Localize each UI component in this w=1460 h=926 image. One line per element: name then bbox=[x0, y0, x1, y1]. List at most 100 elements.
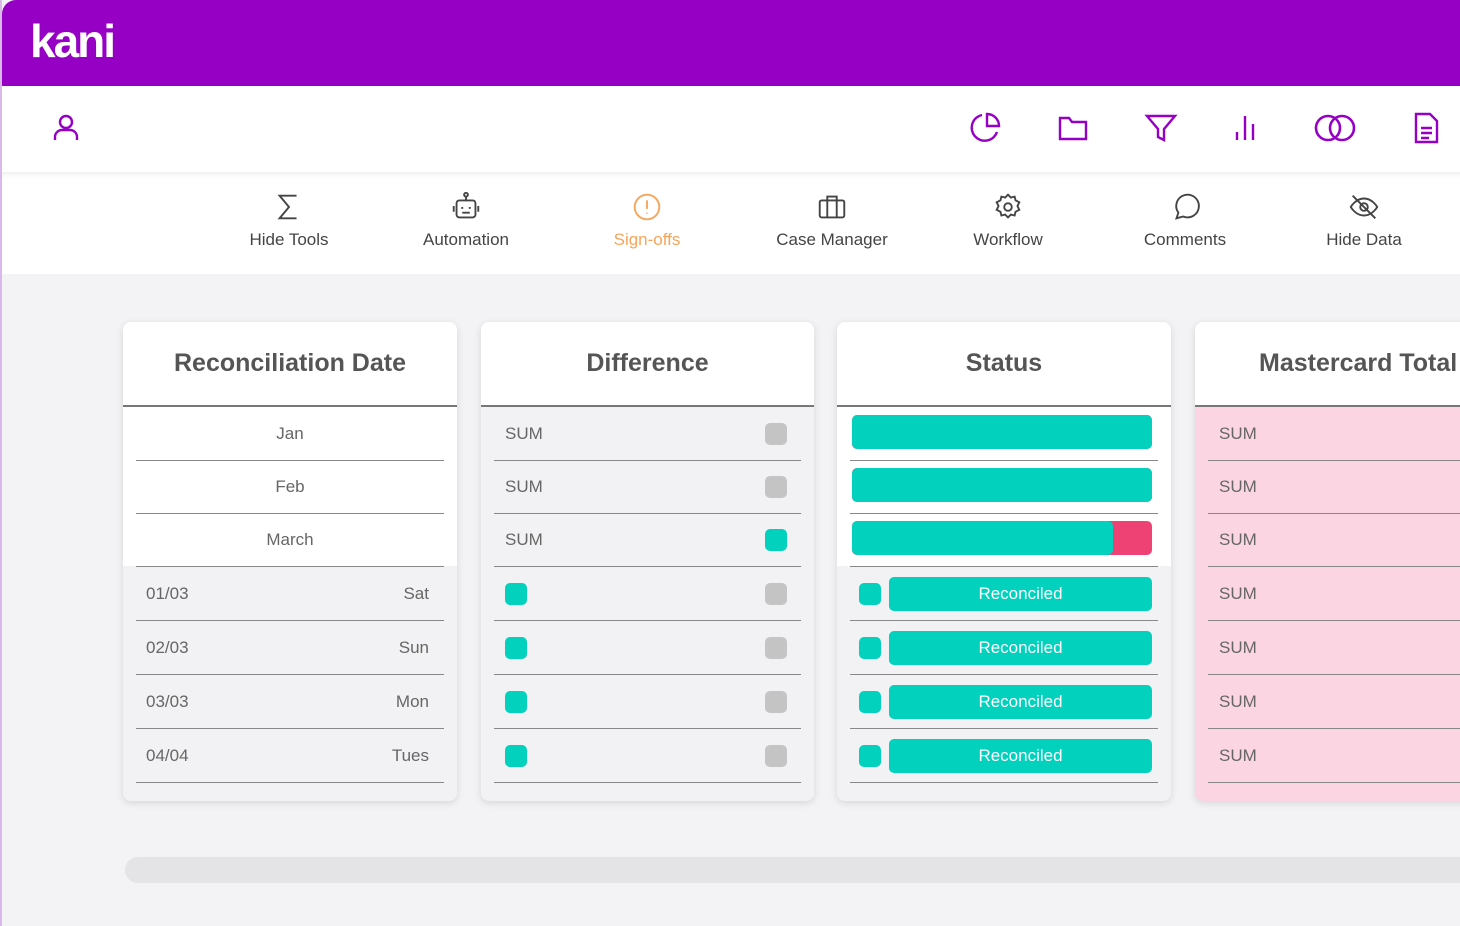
flag-indicator[interactable] bbox=[505, 690, 527, 713]
folder-icon[interactable] bbox=[1055, 110, 1091, 146]
bar-chart-icon[interactable] bbox=[1227, 110, 1263, 146]
tool-label: Sign-offs bbox=[613, 230, 681, 249]
tool-automation[interactable]: Automation bbox=[391, 190, 541, 250]
column-header: Status bbox=[837, 322, 1171, 407]
date-label: 01/03 bbox=[146, 583, 189, 603]
column-header: Difference bbox=[481, 322, 814, 407]
flag-indicator[interactable] bbox=[505, 636, 527, 659]
day-label: Sun bbox=[398, 637, 429, 657]
gear-icon bbox=[995, 193, 1021, 219]
sum-row: SUM bbox=[494, 460, 801, 514]
status-progress-bar bbox=[852, 468, 1152, 502]
document-icon[interactable] bbox=[1408, 110, 1444, 146]
day-label: Sat bbox=[403, 583, 429, 603]
month-row[interactable]: Feb bbox=[136, 460, 444, 514]
month-label: March bbox=[266, 529, 314, 549]
mastercard-row: SUM bbox=[1208, 729, 1460, 783]
date-label: 03/03 bbox=[146, 691, 189, 711]
briefcase-icon bbox=[818, 195, 846, 219]
status-row bbox=[850, 407, 1158, 461]
filter-icon[interactable] bbox=[1143, 110, 1179, 146]
status-row: Reconciled bbox=[850, 729, 1158, 783]
tool-label: Comments bbox=[1143, 230, 1227, 249]
tool-label: Hide Data bbox=[1326, 230, 1402, 249]
difference-row bbox=[494, 621, 801, 675]
status-column: Status Reconciled Reconciled Reconciled Rec… bbox=[837, 322, 1171, 801]
pie-chart-icon[interactable] bbox=[967, 110, 1003, 146]
mastercard-total-column: Mastercard Total SUM SUM SUM SUM SUM SUM SUM bbox=[1195, 322, 1460, 801]
flag-indicator[interactable] bbox=[765, 744, 787, 767]
status-row bbox=[850, 513, 1158, 567]
reconciliation-date-column: Reconciliation Date Jan Feb March 01/03 Sat 0… bbox=[123, 322, 457, 801]
comment-icon bbox=[1175, 193, 1200, 220]
kani-logo[interactable]: kani bbox=[30, 14, 116, 68]
tool-case-manager[interactable]: Case Manager bbox=[757, 190, 907, 250]
venn-icon[interactable] bbox=[1312, 110, 1358, 146]
reconciled-badge[interactable]: Reconciled bbox=[889, 630, 1152, 665]
reconciled-badge[interactable]: Reconciled bbox=[889, 738, 1152, 773]
tool-comments[interactable]: Comments bbox=[1110, 190, 1260, 250]
status-indicator[interactable] bbox=[859, 582, 881, 605]
horizontal-scrollbar[interactable] bbox=[125, 857, 1460, 883]
sum-label: SUM bbox=[1219, 423, 1257, 443]
flag-indicator[interactable] bbox=[505, 744, 527, 767]
app-header: kani bbox=[2, 0, 1460, 86]
mastercard-row: SUM bbox=[1208, 513, 1460, 567]
column-header: Reconciliation Date bbox=[123, 322, 457, 407]
month-label: Jan bbox=[276, 423, 304, 443]
status-row bbox=[850, 460, 1158, 514]
flag-indicator[interactable] bbox=[765, 690, 787, 713]
mastercard-row: SUM bbox=[1208, 675, 1460, 729]
date-label: 02/03 bbox=[146, 637, 189, 657]
day-label: Mon bbox=[395, 691, 429, 711]
flag-indicator[interactable] bbox=[765, 475, 787, 498]
status-progress-bar bbox=[852, 521, 1152, 555]
tool-label: Case Manager bbox=[776, 230, 888, 249]
alert-circle-icon bbox=[633, 193, 661, 221]
sum-label: SUM bbox=[1219, 583, 1257, 603]
sum-label: SUM bbox=[1219, 691, 1257, 711]
flag-indicator[interactable] bbox=[765, 636, 787, 659]
tool-sign-offs[interactable]: Sign-offs bbox=[572, 190, 722, 250]
user-icon[interactable] bbox=[48, 110, 84, 146]
date-label: 04/04 bbox=[146, 745, 189, 765]
reconciled-badge[interactable]: Reconciled bbox=[889, 684, 1152, 719]
mastercard-row: SUM bbox=[1208, 460, 1460, 514]
flag-indicator[interactable] bbox=[765, 528, 787, 551]
month-row[interactable]: Jan bbox=[136, 407, 444, 461]
difference-column: Difference SUM SUM SUM bbox=[481, 322, 814, 801]
flag-indicator[interactable] bbox=[505, 582, 527, 605]
icon-bar bbox=[2, 86, 1460, 172]
tool-workflow[interactable]: Workflow bbox=[933, 190, 1083, 250]
sigma-icon bbox=[277, 194, 297, 220]
sum-label: SUM bbox=[505, 476, 543, 496]
tool-hide-data[interactable]: Hide Data bbox=[1289, 190, 1439, 250]
sum-row: SUM bbox=[494, 513, 801, 567]
status-indicator[interactable] bbox=[859, 690, 881, 713]
sum-label: SUM bbox=[505, 423, 543, 443]
sum-label: SUM bbox=[1219, 745, 1257, 765]
sum-label: SUM bbox=[1219, 476, 1257, 496]
tool-label: Workflow bbox=[973, 230, 1043, 249]
day-row: 04/04 Tues bbox=[136, 729, 444, 783]
status-indicator[interactable] bbox=[859, 744, 881, 767]
status-indicator[interactable] bbox=[859, 636, 881, 659]
mastercard-row: SUM bbox=[1208, 407, 1460, 461]
month-row[interactable]: March bbox=[136, 513, 444, 567]
day-row: 02/03 Sun bbox=[136, 621, 444, 675]
toolbar: Hide Tools Automation Sign-offs Case Manage… bbox=[2, 172, 1460, 274]
tool-label: Automation bbox=[423, 230, 509, 249]
reconciled-badge[interactable]: Reconciled bbox=[889, 576, 1152, 611]
eye-off-icon bbox=[1349, 194, 1379, 220]
status-progress-bar bbox=[852, 415, 1152, 449]
mastercard-row: SUM bbox=[1208, 621, 1460, 675]
tool-hide-tools[interactable]: Hide Tools bbox=[214, 190, 364, 250]
status-row: Reconciled bbox=[850, 567, 1158, 621]
day-row: 03/03 Mon bbox=[136, 675, 444, 729]
difference-row bbox=[494, 729, 801, 783]
flag-indicator[interactable] bbox=[765, 422, 787, 445]
tool-label: Hide Tools bbox=[249, 230, 329, 249]
difference-row bbox=[494, 675, 801, 729]
flag-indicator[interactable] bbox=[765, 582, 787, 605]
mastercard-row: SUM bbox=[1208, 567, 1460, 621]
